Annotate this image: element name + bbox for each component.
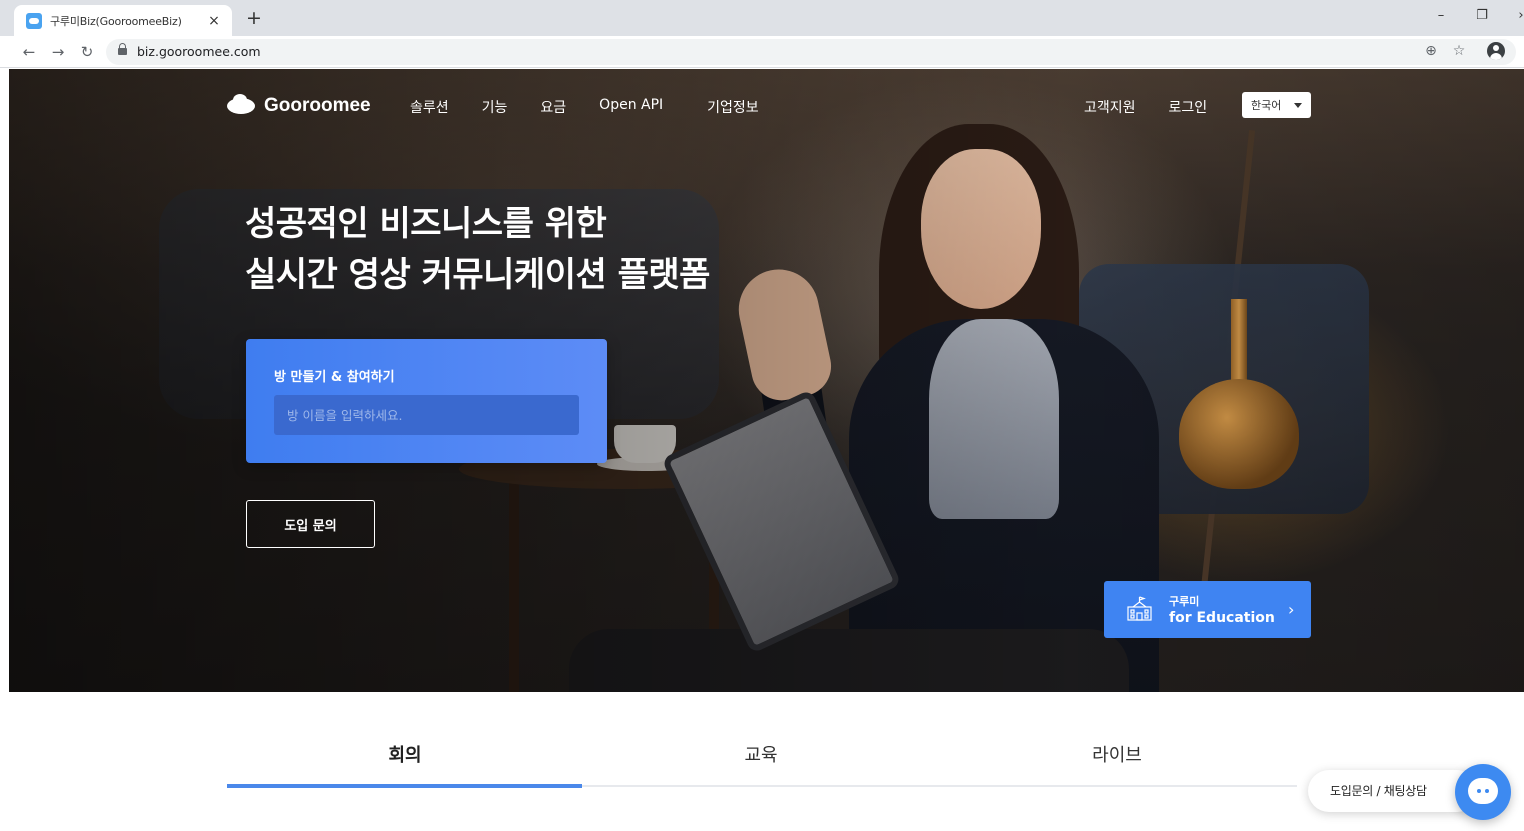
minimize-window-icon[interactable]: – — [1432, 8, 1450, 23]
browser-tabstrip: 구루미Biz(GooroomeeBiz) × + – ❐ › — [0, 0, 1524, 36]
education-banner-text: 구루미 for Education — [1169, 595, 1275, 627]
nav-item-features[interactable]: 기능 — [482, 97, 508, 117]
forward-arrow-icon[interactable]: → — [47, 41, 69, 63]
utility-nav: 고객지원 로그인 — [1084, 97, 1240, 117]
browser-tab[interactable]: 구루미Biz(GooroomeeBiz) × — [14, 5, 232, 36]
tab-education[interactable]: 교육 — [583, 738, 939, 788]
back-arrow-icon[interactable]: ← — [18, 41, 40, 63]
browser-toolbar: ← → ↻ biz.gooroomee.com ⊕ ☆ — [0, 36, 1524, 68]
hero-headline: 성공적인 비즈니스를 위한 실시간 영상 커뮤니케이션 플랫폼 — [245, 199, 710, 301]
nav-item-open-api[interactable]: Open API — [599, 97, 663, 117]
lock-icon — [118, 43, 127, 57]
bookmark-star-icon[interactable]: ☆ — [1450, 43, 1468, 59]
school-building-icon — [1127, 596, 1152, 621]
nav-item-login[interactable]: 로그인 — [1169, 97, 1208, 117]
address-bar[interactable]: biz.gooroomee.com ⊕ ☆ — [106, 39, 1516, 65]
education-banner-line2: for Education — [1169, 610, 1275, 626]
close-tab-icon[interactable]: × — [206, 13, 222, 29]
caret-down-icon — [1294, 103, 1302, 108]
hero-section: Gooroomee 솔루션 기능 요금 Open API 기업정보 고객지원 로… — [9, 69, 1524, 692]
tab-title: 구루미Biz(GooroomeeBiz) — [50, 14, 182, 28]
logo-text: Gooroomee — [264, 95, 371, 116]
chat-inquiry-label[interactable]: 도입문의 / 채팅상담 — [1308, 770, 1478, 812]
chat-bubble-icon — [1468, 778, 1498, 804]
gooroomee-favicon-icon — [26, 12, 42, 29]
nav-item-support[interactable]: 고객지원 — [1084, 97, 1136, 117]
room-name-input[interactable] — [274, 395, 579, 435]
inquiry-button[interactable]: 도입 문의 — [246, 500, 375, 548]
product-tabs: 회의 교육 라이브 — [227, 738, 1297, 788]
new-tab-icon[interactable]: + — [244, 8, 264, 28]
hero-headline-line1: 성공적인 비즈니스를 위한 — [245, 204, 607, 244]
restore-window-icon[interactable]: ❐ — [1473, 8, 1491, 23]
tab-live[interactable]: 라이브 — [939, 738, 1295, 788]
education-banner-button[interactable]: 구루미 for Education › — [1104, 581, 1311, 638]
hero-headline-line2: 실시간 영상 커뮤니케이션 플랫폼 — [245, 255, 710, 295]
chevron-right-icon: › — [1288, 600, 1295, 619]
reload-icon[interactable]: ↻ — [76, 41, 98, 63]
chat-button[interactable] — [1455, 764, 1511, 820]
language-select-value: 한국어 — [1251, 99, 1282, 112]
close-window-icon[interactable]: › — [1512, 8, 1524, 23]
nav-item-pricing[interactable]: 요금 — [540, 97, 566, 117]
cloud-logo-icon — [227, 94, 255, 114]
tab-meeting[interactable]: 회의 — [227, 738, 583, 788]
url-text: biz.gooroomee.com — [137, 44, 261, 59]
main-nav: 솔루션 기능 요금 Open API 기업정보 — [410, 97, 792, 117]
language-select[interactable]: 한국어 — [1242, 92, 1311, 118]
education-banner-line1: 구루미 — [1169, 595, 1200, 608]
active-tab-indicator — [227, 784, 582, 788]
add-shortcut-icon[interactable]: ⊕ — [1422, 43, 1440, 59]
nav-item-company[interactable]: 기업정보 — [707, 97, 759, 117]
profile-avatar-icon[interactable] — [1487, 42, 1505, 60]
room-card-title: 방 만들기 & 참여하기 — [274, 370, 395, 385]
site-logo[interactable]: Gooroomee — [227, 94, 371, 117]
nav-item-solutions[interactable]: 솔루션 — [410, 97, 449, 117]
room-card: 방 만들기 & 참여하기 — [246, 339, 607, 463]
